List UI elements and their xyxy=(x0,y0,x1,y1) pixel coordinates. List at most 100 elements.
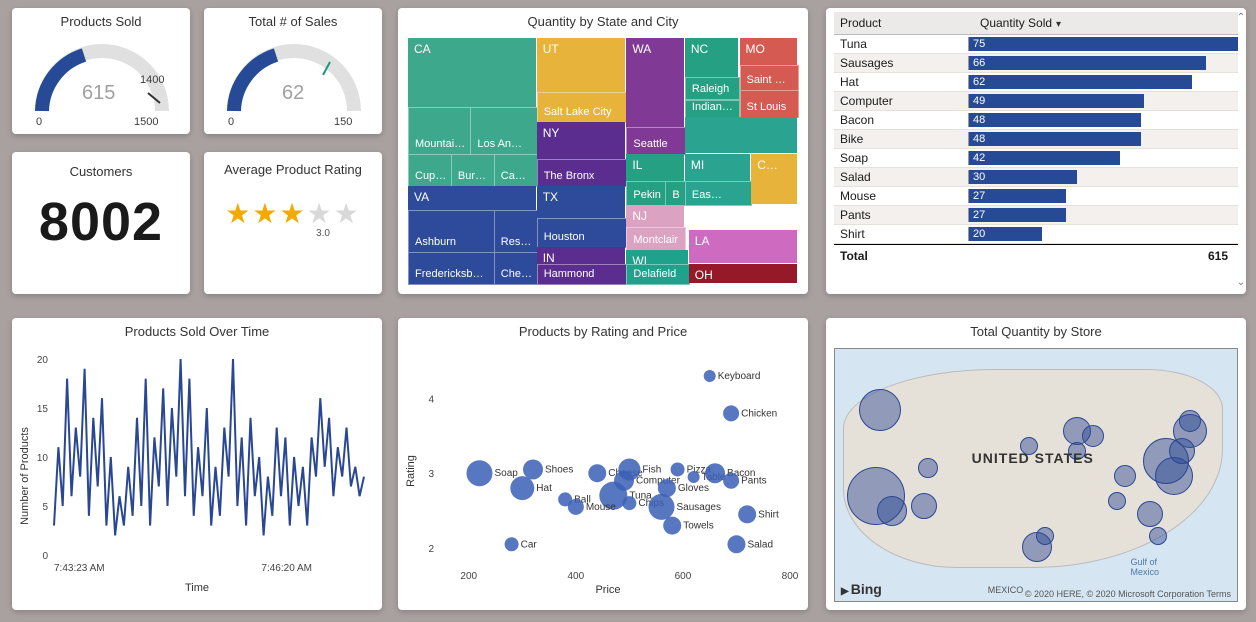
line-chart-card[interactable]: Products Sold Over Time Number of Produc… xyxy=(12,318,382,610)
treemap-city[interactable]: Eas… xyxy=(685,181,752,207)
treemap-city[interactable]: Bur… xyxy=(451,154,495,187)
table-header[interactable]: Product Quantity Sold▾ xyxy=(834,12,1238,35)
treemap-city[interactable]: Delafield xyxy=(626,264,689,285)
treemap-city[interactable]: Indian… xyxy=(685,100,741,118)
scatter-point[interactable] xyxy=(466,460,492,486)
treemap-city[interactable]: Cuper… xyxy=(408,154,452,187)
svg-text:5: 5 xyxy=(42,502,48,513)
scroll-up-icon[interactable]: ⌃ xyxy=(1237,12,1245,23)
card-title: Products Sold xyxy=(12,8,190,31)
treemap-card[interactable]: Quantity by State and City CAMountai…Los… xyxy=(398,8,808,294)
map-bubble[interactable] xyxy=(1179,410,1201,432)
scatter-point[interactable] xyxy=(727,535,745,553)
cell-product: Pants xyxy=(834,208,968,222)
treemap-city[interactable]: Ches… xyxy=(494,252,538,285)
treemap-city[interactable]: Houston xyxy=(537,218,628,249)
treemap-city[interactable]: Pekin xyxy=(626,181,666,207)
scatter-point[interactable] xyxy=(704,370,716,382)
svg-text:Time: Time xyxy=(185,582,209,594)
treemap-block[interactable]: C… xyxy=(751,154,797,205)
scatter-label: Hat xyxy=(536,483,552,494)
table-row[interactable]: Bike48 xyxy=(834,130,1238,149)
treemap-block[interactable]: LA xyxy=(689,230,797,263)
star-icon: ★ xyxy=(307,198,334,229)
scatter-point[interactable] xyxy=(588,464,606,482)
total-sales-gauge-card[interactable]: Total # of Sales 62 0 150 xyxy=(204,8,382,134)
map-bubble[interactable] xyxy=(1082,425,1104,447)
customers-card[interactable]: Customers 8002 xyxy=(12,152,190,294)
svg-text:600: 600 xyxy=(675,571,692,582)
cell-product: Tuna xyxy=(834,37,968,51)
cell-qty: 62 xyxy=(968,75,1238,89)
table-row[interactable]: Mouse27 xyxy=(834,187,1238,206)
table-row[interactable]: Computer49 xyxy=(834,92,1238,111)
scatter-card[interactable]: Products by Rating and Price Rating Pric… xyxy=(398,318,808,610)
card-title: Products by Rating and Price xyxy=(398,318,808,341)
scatter-point[interactable] xyxy=(510,476,534,500)
treemap-city[interactable]: Bat… xyxy=(665,181,686,207)
treemap-city[interactable]: Seattle xyxy=(626,127,686,155)
scatter-point[interactable] xyxy=(705,463,725,483)
treemap-city[interactable]: Los An… xyxy=(470,107,537,155)
table-scrollbar[interactable]: ⌃ ⌄ xyxy=(1236,12,1246,288)
scatter-point[interactable] xyxy=(723,473,739,489)
table-row[interactable]: Soap42 xyxy=(834,149,1238,168)
svg-text:4: 4 xyxy=(428,394,434,405)
map-area[interactable]: UNITED STATES MEXICO Gulf of Mexico Bing… xyxy=(834,348,1238,602)
table-row[interactable]: Salad30 xyxy=(834,168,1238,187)
table-total-row: Total 615 xyxy=(834,244,1238,267)
map-attribution: © 2020 HERE, © 2020 Microsoft Corporatio… xyxy=(1025,589,1231,599)
products-sold-gauge-card[interactable]: Products Sold 615 1400 0 1500 xyxy=(12,8,190,134)
scatter-point[interactable] xyxy=(649,494,675,520)
scatter-point[interactable] xyxy=(622,496,636,510)
scatter-point[interactable] xyxy=(663,517,681,535)
treemap-city[interactable]: Fredericksb… xyxy=(408,252,495,285)
treemap-city[interactable]: St Louis xyxy=(740,90,800,118)
treemap-city[interactable]: Hammond xyxy=(537,264,628,285)
scatter-point[interactable] xyxy=(505,537,519,551)
scatter-point[interactable] xyxy=(523,459,543,479)
scatter-label: Pants xyxy=(741,476,767,487)
treemap-city[interactable]: The Bronx xyxy=(537,159,628,187)
scatter-point[interactable] xyxy=(688,471,700,483)
map-bubble[interactable] xyxy=(1137,501,1163,527)
treemap-city[interactable]: Ashburn xyxy=(408,210,495,253)
treemap-city[interactable]: Rest… xyxy=(494,210,538,253)
scatter-point[interactable] xyxy=(671,462,685,476)
col-qty[interactable]: Quantity Sold▾ xyxy=(974,16,1238,30)
cell-qty: 49 xyxy=(968,94,1238,108)
treemap-block[interactable] xyxy=(685,117,797,153)
treemap-city[interactable]: Saint … xyxy=(740,65,800,91)
table-row[interactable]: Hat62 xyxy=(834,73,1238,92)
scatter-label: Mouse xyxy=(586,502,616,513)
treemap-block[interactable]: OH xyxy=(689,264,797,283)
map-bubble[interactable] xyxy=(1149,527,1167,545)
table-row[interactable]: Sausages66 xyxy=(834,54,1238,73)
table-row[interactable]: Shirt20 xyxy=(834,225,1238,244)
svg-text:800: 800 xyxy=(782,571,799,582)
map-card[interactable]: Total Quantity by Store UNITED STATES ME… xyxy=(826,318,1246,610)
treemap-city[interactable]: Raleigh xyxy=(685,77,741,100)
col-product[interactable]: Product xyxy=(834,16,974,30)
quantity-table-card[interactable]: Product Quantity Sold▾ Tuna75Sausages66H… xyxy=(826,8,1246,294)
treemap-city[interactable]: Mountai… xyxy=(408,107,471,155)
treemap-city[interactable]: Ca… xyxy=(494,154,538,187)
avg-rating-card[interactable]: Average Product Rating ★★★★★ 3.0 xyxy=(204,152,382,294)
svg-text:0: 0 xyxy=(36,116,42,128)
svg-text:400: 400 xyxy=(568,571,585,582)
table-row[interactable]: Tuna75 xyxy=(834,35,1238,54)
scatter-point[interactable] xyxy=(568,499,584,515)
scroll-down-icon[interactable]: ⌄ xyxy=(1237,277,1245,288)
treemap-area[interactable]: CAMountai…Los An…Cuper…Bur…Ca…VAAshburnR… xyxy=(408,38,798,284)
customers-value: 8002 xyxy=(12,191,190,253)
table-row[interactable]: Bacon48 xyxy=(834,111,1238,130)
treemap-city[interactable]: Montclair xyxy=(626,227,686,250)
scatter-point[interactable] xyxy=(738,505,756,523)
table-row[interactable]: Pants27 xyxy=(834,206,1238,225)
scatter-svg: Rating Price 234200400600800KeyboardChic… xyxy=(398,341,808,601)
scatter-point[interactable] xyxy=(723,405,739,421)
treemap-city[interactable]: Salt Lake City xyxy=(537,92,628,123)
svg-text:1400: 1400 xyxy=(140,74,164,86)
scatter-label: Sausages xyxy=(677,502,721,513)
cell-qty: 42 xyxy=(968,151,1238,165)
